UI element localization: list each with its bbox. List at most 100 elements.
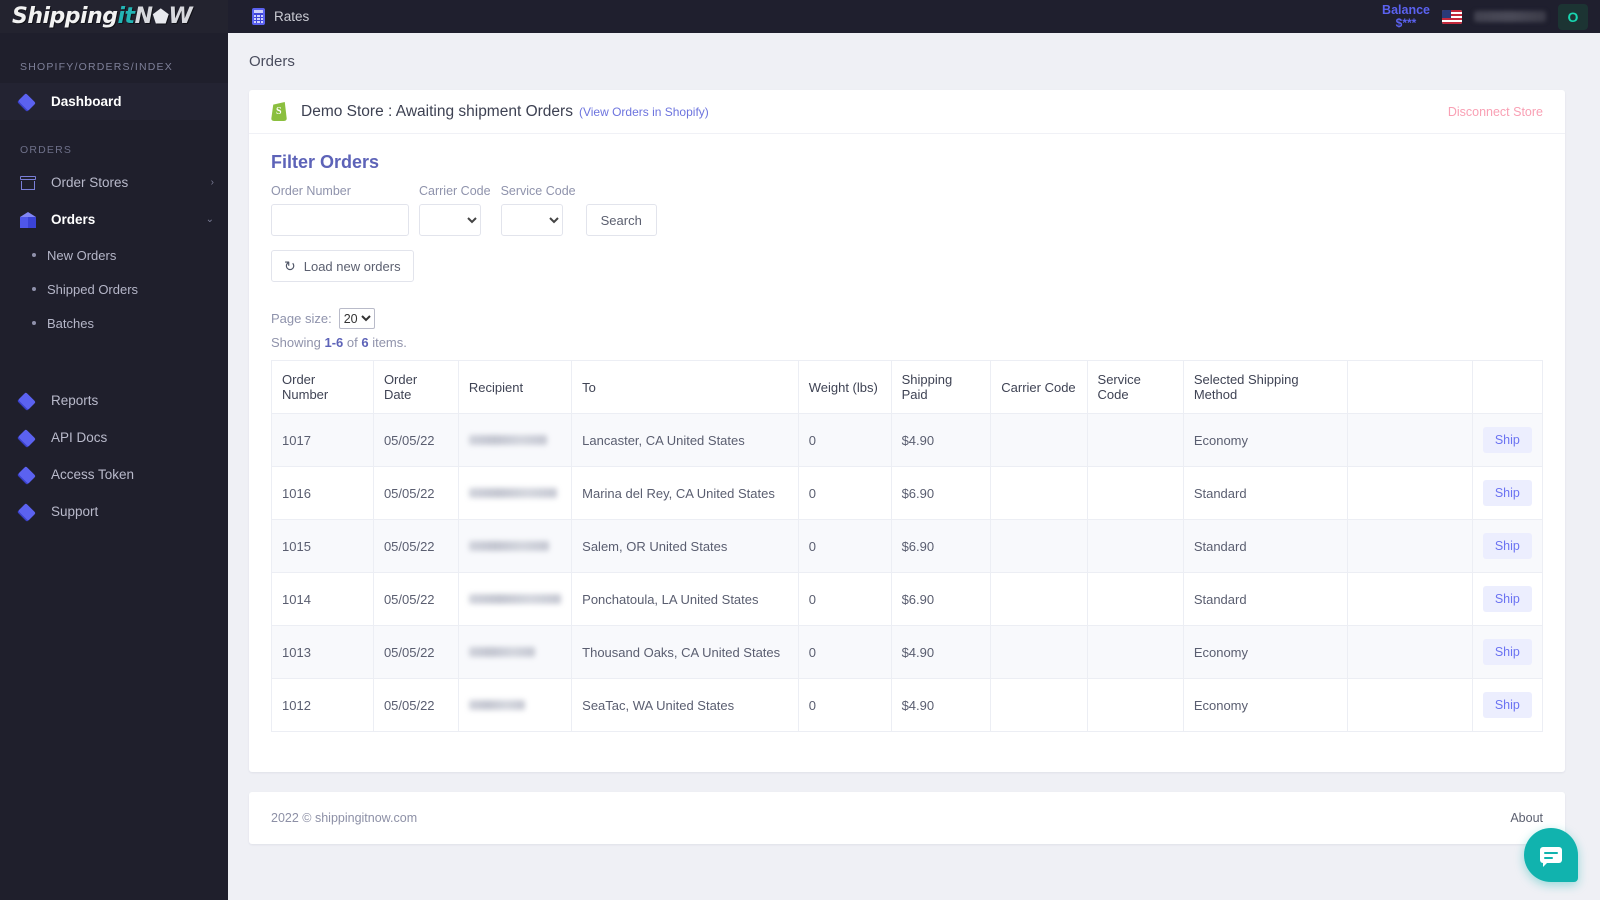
sidebar-item-orders-label: Orders [51,212,96,227]
ship-button[interactable]: Ship [1482,586,1532,612]
us-flag-icon[interactable] [1442,9,1462,24]
sidebar-item-access-token[interactable]: Access Token [0,456,228,493]
service-code-select[interactable] [500,204,563,236]
order-number-label: Order Number [271,184,351,198]
search-button[interactable]: Search [585,204,657,236]
sidebar-item-batches[interactable]: Batches [0,306,228,340]
order-number-input[interactable] [271,204,409,236]
cell-shipping-paid: $4.90 [890,678,992,732]
col-service-code: Service Code [1086,360,1184,414]
cell-to: Marina del Rey, CA United States [571,466,799,520]
service-code-field-group: Service Code [500,184,576,236]
cell-recipient [457,519,573,573]
sidebar-item-shipped-orders-label: Shipped Orders [47,281,139,297]
top-bar: ShippingitN⬟W Rates Balance $*** O [0,0,1600,33]
main-content: Orders S Demo Store : Awaiting shipment … [228,33,1600,900]
chat-bubble-icon [1540,847,1562,867]
page-size-row: Page size: 20 [271,308,1543,329]
cube-icon [20,211,42,228]
chat-widget-button[interactable] [1524,828,1578,882]
sidebar-item-order-stores[interactable]: Order Stores › [0,164,228,201]
ship-button[interactable]: Ship [1482,639,1532,665]
load-new-orders-label: Load new orders [303,258,401,274]
filter-fields: Order Number Carrier Code Service Code S… [271,184,1543,236]
page-size-label: Page size: [271,311,332,326]
sidebar-item-dashboard[interactable]: Dashboard [0,83,228,120]
balance-widget[interactable]: Balance $*** [1382,3,1430,30]
disconnect-store-link[interactable]: Disconnect Store [1448,105,1543,119]
cell-ship-action: Ship [1471,519,1544,573]
cell-service-code [1086,466,1184,520]
cell-weight: 0 [797,572,892,626]
filter-orders-section: Filter Orders Order Number Carrier Code … [249,134,1565,296]
cell-ship-action: Ship [1471,625,1544,679]
store-name: Demo Store : Awaiting shipment Orders [301,102,573,120]
carrier-code-field-group: Carrier Code [419,184,491,236]
sidebar-item-orders[interactable]: Orders ⌄ [0,201,228,238]
calculator-icon [252,8,265,25]
col-order-number: Order Number [271,360,374,414]
sidebar-item-api-docs[interactable]: API Docs [0,419,228,456]
cell-weight: 0 [797,625,892,679]
cell-recipient [457,466,573,520]
logo-text-shipping: Shipping [12,3,118,29]
cell-order-date: 05/05/22 [372,413,459,467]
chevron-down-icon: ⌄ [205,214,214,225]
chevron-right-icon: › [210,177,214,188]
cell-order-number: 1015 [271,519,374,573]
sidebar-item-shipped-orders[interactable]: Shipped Orders [0,272,228,306]
sidebar-item-reports-label: Reports [51,393,99,408]
recipient-redacted [468,434,547,445]
balance-value: $*** [1395,15,1417,30]
carrier-code-select[interactable] [419,204,481,236]
diamond-icon [18,465,42,484]
cell-order-number: 1016 [271,466,374,520]
load-new-orders-button[interactable]: ↻ Load new orders [271,250,414,282]
sidebar-item-reports[interactable]: Reports [0,382,228,419]
table-row: 1013 05/05/22 Thousand Oaks, CA United Sta… [271,625,1544,679]
table-bottom-padding [249,732,1565,772]
col-weight: Weight (lbs) [797,360,892,414]
sidebar-item-access-token-label: Access Token [51,467,135,482]
page-size-select[interactable]: 20 [338,308,375,329]
sidebar-item-dashboard-label: Dashboard [51,94,122,109]
cell-service-code [1086,413,1184,467]
table-header-row: Order Number Order Date Recipient To Wei… [271,360,1544,414]
sidebar-item-new-orders[interactable]: New Orders [0,238,228,272]
ship-button[interactable]: Ship [1482,480,1532,506]
cell-recipient [457,678,573,732]
cell-blank-1 [1347,466,1473,520]
topnav-rates[interactable]: Rates [252,0,309,33]
cell-order-number: 1012 [271,678,374,732]
cell-to: Ponchatoula, LA United States [571,572,799,626]
view-orders-in-shopify-link[interactable]: (View Orders in Shopify) [579,105,709,119]
sidebar-item-support[interactable]: Support [0,493,228,530]
shopify-icon: S [271,102,287,121]
cell-order-date: 05/05/22 [372,625,459,679]
username-redacted[interactable] [1474,11,1546,22]
table-row: 1014 05/05/22 Ponchatoula, LA United State… [271,572,1544,626]
cell-service-code [1086,519,1184,573]
cell-order-number: 1014 [271,572,374,626]
cell-order-date: 05/05/22 [372,572,459,626]
bullet-icon [32,253,36,257]
sidebar-breadcrumb: SHOPIFY/ORDERS/INDEX [20,61,173,73]
topbar-right: Balance $*** O [1382,0,1588,33]
app-logo[interactable]: ShippingitN⬟W [0,0,228,33]
filter-orders-title: Filter Orders [271,152,380,172]
showing-suffix: items. [368,335,407,350]
logo-cube-icon: ⬟ [152,5,169,28]
store-header: S Demo Store : Awaiting shipment Orders … [249,90,1565,134]
col-blank-1 [1347,360,1473,414]
ship-button[interactable]: Ship [1482,427,1532,453]
orders-card: S Demo Store : Awaiting shipment Orders … [249,90,1565,772]
ship-button[interactable]: Ship [1482,533,1532,559]
avatar[interactable]: O [1558,3,1588,30]
refresh-icon: ↻ [284,258,296,274]
ship-button[interactable]: Ship [1482,692,1532,718]
table-row: 1016 05/05/22 Marina del Rey, CA United St… [271,466,1544,520]
cell-weight: 0 [797,678,892,732]
recipient-redacted [468,593,561,604]
footer-about-link[interactable]: About [1510,811,1543,825]
